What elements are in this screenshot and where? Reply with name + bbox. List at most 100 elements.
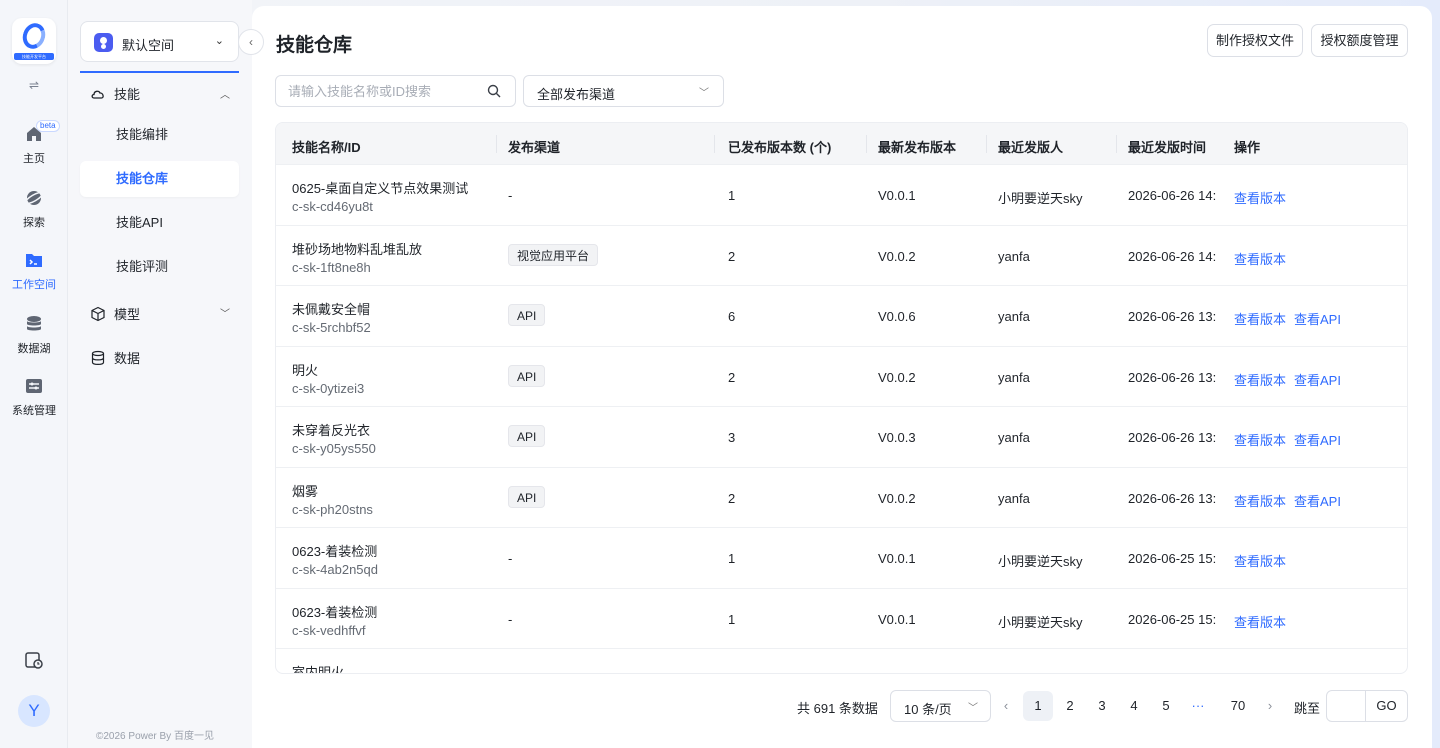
main-panel: 技能仓库 制作授权文件 授权额度管理 全部发布渠道 ﹀ 技能名称/ID 发布渠道… bbox=[252, 6, 1432, 748]
collapse-sidebar-button[interactable]: ‹ bbox=[238, 29, 264, 55]
skill-id: c-sk-vedhffvf bbox=[292, 622, 366, 638]
user-avatar[interactable]: Y bbox=[18, 695, 50, 727]
logo-ring-icon bbox=[19, 20, 49, 52]
latest-version: V0.0.3 bbox=[878, 430, 916, 445]
view-api-link[interactable]: 查看API bbox=[1294, 430, 1341, 449]
cube-icon bbox=[91, 306, 105, 322]
skill-id: c-sk-ph20stns bbox=[292, 501, 373, 517]
column-header: 最近发版时间 bbox=[1128, 140, 1207, 155]
app-logo[interactable]: 技能开发平台 bbox=[12, 18, 56, 64]
page-button-last[interactable]: 70 bbox=[1223, 691, 1253, 721]
column-header: 最近发版人 bbox=[998, 140, 1064, 155]
page-button[interactable]: 4 bbox=[1119, 691, 1149, 721]
page-size-value: 10 条/页 bbox=[904, 702, 952, 717]
skill-id: c-sk-0ytizei3 bbox=[292, 380, 365, 396]
view-api-link[interactable]: 查看API bbox=[1294, 309, 1341, 328]
nav-group-model[interactable]: 模型 bbox=[90, 304, 140, 323]
chevron-up-icon[interactable]: ︿ bbox=[220, 86, 230, 101]
user-icon bbox=[94, 33, 113, 52]
table-row: 未佩戴安全帽 c-sk-5rchbf52 API 6 V0.0.6 yanfa … bbox=[276, 285, 1407, 346]
go-button[interactable]: GO bbox=[1365, 690, 1408, 722]
rail-item-home[interactable]: beta 主页 bbox=[0, 120, 68, 166]
planet-icon bbox=[24, 191, 44, 205]
channel-tag: API bbox=[508, 485, 546, 508]
rail-item-label: 探索 bbox=[23, 217, 45, 229]
view-versions-link[interactable]: 查看版本 bbox=[1234, 309, 1286, 328]
nav-skill-evaluation[interactable]: 技能评测 bbox=[80, 249, 239, 285]
sidebar: 默认空间 ⌄ 技能 ︿ 技能编排 技能仓库 技能API 技能评测 模型 ﹀ 数据… bbox=[68, 0, 252, 748]
space-name: 默认空间 bbox=[122, 38, 175, 53]
nav-group-data[interactable]: 数据 bbox=[90, 348, 140, 367]
version-count: 2 bbox=[728, 369, 736, 385]
make-license-button[interactable]: 制作授权文件 bbox=[1207, 24, 1303, 57]
column-divider bbox=[866, 135, 867, 153]
version-count: 1 bbox=[728, 188, 736, 203]
latest-version: V0.0.6 bbox=[878, 309, 916, 324]
license-quota-button[interactable]: 授权额度管理 bbox=[1311, 24, 1408, 57]
search-input[interactable] bbox=[288, 82, 478, 100]
chevron-down-icon[interactable]: ﹀ bbox=[220, 305, 230, 320]
version-count: 2 bbox=[728, 248, 736, 264]
chevron-down-icon: ⌄ bbox=[214, 35, 224, 47]
page-button[interactable]: 5 bbox=[1151, 691, 1181, 721]
rail-item-system[interactable]: 系统管理 bbox=[0, 376, 68, 418]
search-icon[interactable] bbox=[487, 84, 501, 98]
channel-cell: - bbox=[508, 188, 513, 203]
table-row: 烟雾 c-sk-ph20stns API 2 V0.0.2 yanfa 2026… bbox=[276, 466, 1407, 528]
skill-name: 堆砂场地物料乱堆乱放 bbox=[292, 241, 423, 257]
logo-caption: 技能开发平台 bbox=[14, 53, 54, 60]
page-button[interactable]: 2 bbox=[1055, 691, 1085, 721]
view-versions-link[interactable]: 查看版本 bbox=[1234, 612, 1286, 631]
prev-page-button[interactable]: ‹ bbox=[991, 691, 1021, 721]
switch-icon[interactable]: ⇌ bbox=[26, 78, 42, 92]
nav-group-skill[interactable]: 技能 bbox=[90, 84, 140, 103]
table-row: 未穿着反光衣 c-sk-y05ys550 API 3 V0.0.3 yanfa … bbox=[276, 406, 1407, 467]
skill-name: 烟雾 bbox=[292, 483, 319, 499]
rail-item-explore[interactable]: 探索 bbox=[0, 188, 68, 230]
column-divider bbox=[714, 135, 715, 153]
view-versions-link[interactable]: 查看版本 bbox=[1234, 551, 1286, 570]
rail-item-datalake[interactable]: 数据湖 bbox=[0, 314, 68, 356]
page-button[interactable]: 1 bbox=[1023, 691, 1053, 721]
table-row: 室内明火 bbox=[276, 648, 1407, 673]
publisher: yanfa bbox=[998, 490, 1030, 506]
space-select[interactable]: 默认空间 ⌄ bbox=[80, 21, 239, 62]
view-versions-link[interactable]: 查看版本 bbox=[1234, 491, 1286, 510]
rail-item-label: 主页 bbox=[23, 153, 45, 165]
publisher: yanfa bbox=[998, 309, 1030, 324]
channel-select[interactable]: 全部发布渠道 ﹀ bbox=[523, 75, 724, 107]
chevron-down-icon: ﹀ bbox=[699, 88, 709, 99]
task-calendar-icon[interactable] bbox=[24, 650, 44, 670]
skill-name: 明火 bbox=[292, 362, 319, 378]
view-versions-link[interactable]: 查看版本 bbox=[1234, 370, 1286, 389]
jump-page-input[interactable] bbox=[1326, 690, 1366, 722]
rail-item-workspace[interactable]: 工作空间 bbox=[0, 250, 68, 292]
table-row: 0625-桌面自定义节点效果测试 c-sk-cd46yu8t - 1 V0.0.… bbox=[276, 164, 1407, 225]
publish-time: 2026-06-26 13: bbox=[1128, 490, 1217, 506]
skill-name: 未佩戴安全帽 bbox=[292, 302, 371, 317]
skills-table: 技能名称/ID 发布渠道 已发布版本数 (个) 最新发布版本 最近发版人 最近发… bbox=[275, 122, 1408, 674]
jump-label: 跳至 bbox=[1294, 701, 1321, 716]
next-page-button[interactable]: › bbox=[1255, 691, 1285, 721]
page-button[interactable]: 3 bbox=[1087, 691, 1117, 721]
column-header: 最新发布版本 bbox=[878, 140, 957, 155]
total-count: 共 691 条数据 bbox=[797, 701, 878, 716]
nav-skill-orchestration[interactable]: 技能编排 bbox=[80, 117, 239, 153]
nav-group-label: 模型 bbox=[114, 307, 141, 322]
skill-id: c-sk-5rchbf52 bbox=[292, 320, 371, 335]
page-size-select[interactable]: 10 条/页 ﹀ bbox=[890, 690, 991, 722]
view-versions-link[interactable]: 查看版本 bbox=[1234, 430, 1286, 449]
version-count: 3 bbox=[728, 430, 736, 445]
view-versions-link[interactable]: 查看版本 bbox=[1234, 249, 1286, 268]
latest-version: V0.0.1 bbox=[878, 611, 916, 627]
page-ellipsis[interactable]: ··· bbox=[1183, 691, 1213, 721]
nav-skill-repository[interactable]: 技能仓库 bbox=[80, 161, 239, 197]
view-api-link[interactable]: 查看API bbox=[1294, 491, 1341, 510]
nav-skill-api[interactable]: 技能API bbox=[80, 205, 239, 241]
view-api-link[interactable]: 查看API bbox=[1294, 370, 1341, 389]
chevron-down-icon: ﹀ bbox=[968, 703, 978, 714]
search-box bbox=[275, 75, 516, 107]
skill-name: 未穿着反光衣 bbox=[292, 423, 371, 438]
column-header: 已发布版本数 (个) bbox=[728, 140, 832, 155]
view-versions-link[interactable]: 查看版本 bbox=[1234, 188, 1286, 207]
